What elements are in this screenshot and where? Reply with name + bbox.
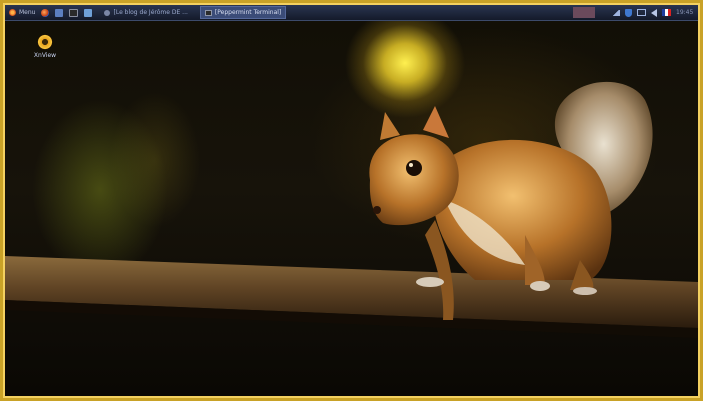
download-launcher-icon[interactable] [84, 8, 93, 17]
screen-frame: Menu [Le blog de Jérôme DE ... [Peppermi… [3, 3, 700, 398]
menu-icon [9, 9, 16, 16]
file-manager-launcher-icon[interactable] [55, 8, 64, 17]
workspace-pager[interactable] [573, 7, 595, 18]
xnview-icon [37, 34, 53, 50]
desktop-icon-label: XnView [33, 52, 57, 59]
browser-launcher-icon[interactable] [41, 8, 50, 17]
network-icon[interactable] [613, 9, 620, 16]
browser-task-icon [104, 9, 111, 16]
terminal-launcher-icon[interactable] [69, 8, 79, 17]
terminal-task-icon [204, 9, 212, 16]
shield-icon[interactable] [625, 8, 632, 17]
task-label: [Peppermint Terminal] [214, 9, 282, 16]
taskbar: Menu [Le blog de Jérôme DE ... [Peppermi… [5, 5, 698, 21]
desktop-icon-xnview[interactable]: XnView [30, 34, 60, 59]
task-label: [Le blog de Jérôme DE ... [113, 9, 188, 16]
wallpaper-image [5, 81, 698, 338]
battery-icon[interactable] [637, 9, 646, 16]
keyboard-layout-flag-icon[interactable] [662, 9, 671, 16]
volume-icon[interactable] [651, 8, 657, 17]
menu-label: Menu [19, 9, 36, 16]
menu-button[interactable]: Menu [9, 5, 35, 20]
task-terminal[interactable]: [Peppermint Terminal] [199, 6, 287, 19]
clock[interactable]: 19:45 [676, 9, 694, 16]
task-browser[interactable]: [Le blog de Jérôme DE ... [100, 7, 191, 18]
system-tray: 19:45 [613, 8, 694, 17]
desktop[interactable]: XnView [5, 20, 698, 396]
